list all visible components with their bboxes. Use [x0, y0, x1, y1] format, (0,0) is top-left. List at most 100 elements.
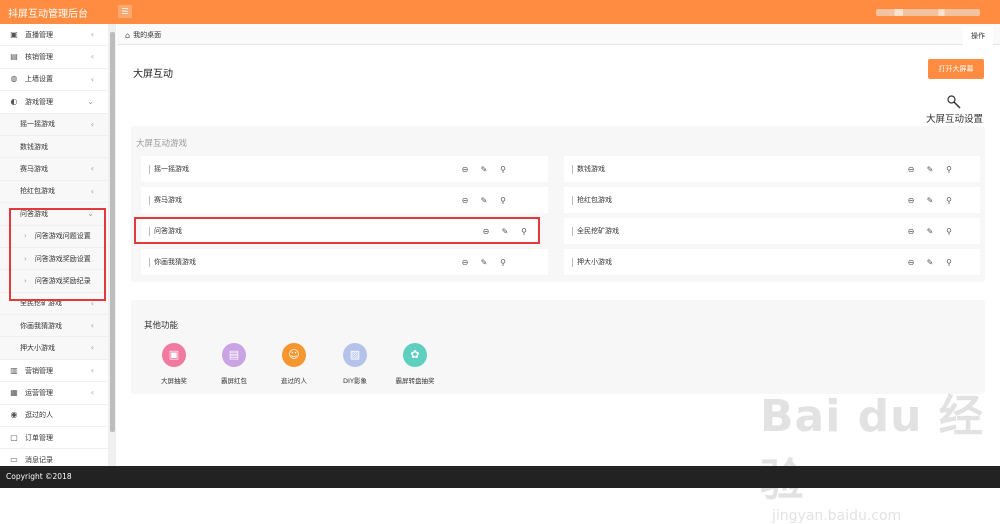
sidebar-item-games[interactable]: ◐ 游戏管理 ⌄	[0, 91, 108, 114]
wrench-icon[interactable]	[946, 94, 962, 110]
edit-icon[interactable]: ✎	[479, 258, 489, 267]
scrollbar-thumb[interactable]	[110, 32, 115, 432]
sidebar-item-dice[interactable]: 押大小游戏 ‹	[0, 337, 108, 360]
tab-operations[interactable]: 操作	[963, 27, 993, 45]
game-row[interactable]: 摇一摇游戏 ⊖ ✎ ⚲	[141, 156, 548, 182]
sidebar-item-count-money[interactable]: 数钱游戏	[0, 135, 108, 159]
game-name: 数钱游戏	[577, 165, 605, 173]
chevron-left-icon: ‹	[90, 74, 94, 84]
func-lottery[interactable]: ▣ 大屏抽奖	[144, 343, 204, 385]
highlight-box-sidebar	[9, 208, 106, 301]
row-marker	[572, 164, 573, 174]
sidebar-item-redpacket[interactable]: 抢红包游戏 ‹	[0, 180, 108, 204]
sidebar-item-draw-guess[interactable]: 你画我猜游戏 ‹	[0, 315, 108, 338]
chevron-left-icon: ‹	[90, 52, 94, 62]
chevron-left-icon: ‹	[90, 343, 94, 353]
edit-icon[interactable]: ✎	[479, 165, 489, 174]
func-label: 大屏抽奖	[161, 377, 187, 385]
tab-desktop[interactable]: ⌂ 我的桌面	[125, 30, 161, 40]
screen-settings-label[interactable]: 大屏互动设置	[926, 111, 983, 125]
sidebar-item-label: 核销管理	[25, 53, 53, 62]
comment-icon: ◍	[10, 74, 18, 84]
sidebar-item-label: 直播管理	[25, 30, 53, 39]
view-icon[interactable]: ⊖	[460, 196, 470, 205]
game-row[interactable]: 全民挖矿游戏 ⊖ ✎ ⚲	[564, 218, 980, 244]
view-icon[interactable]: ⊖	[906, 196, 916, 205]
game-row[interactable]: 押大小游戏 ⊖ ✎ ⚲	[564, 249, 980, 275]
sidebar-item-horse[interactable]: 赛马游戏 ‹	[0, 158, 108, 181]
settings-key-icon[interactable]: ⚲	[944, 258, 954, 267]
ticket-icon: ▤	[10, 52, 18, 62]
row-marker	[572, 195, 573, 205]
view-icon[interactable]: ⊖	[906, 258, 916, 267]
game-row[interactable]: 你画我猜游戏 ⊖ ✎ ⚲	[141, 249, 548, 275]
settings-key-icon[interactable]: ⚲	[944, 196, 954, 205]
sidebar-item-label: 数钱游戏	[20, 142, 48, 151]
message-icon: ▭	[10, 455, 18, 465]
user-info-blurred[interactable]	[876, 9, 980, 16]
sidebar-item-visitors[interactable]: ◉ 逛过的人	[0, 405, 108, 428]
open-big-screen-button[interactable]: 打开大屏幕	[928, 59, 984, 79]
sidebar-item-verify[interactable]: ▤ 核销管理 ‹	[0, 46, 108, 69]
watermark-logo-text: Bai du 经验	[760, 391, 984, 506]
people-icon: ☺	[282, 343, 306, 367]
chevron-left-icon: ‹	[90, 119, 94, 129]
edit-icon[interactable]: ✎	[479, 196, 489, 205]
highlight-box-qa-game	[134, 217, 540, 244]
tab-label: 我的桌面	[133, 31, 162, 39]
sidebar-item-live[interactable]: ▣ 直播管理 ‹	[0, 24, 108, 47]
settings-key-icon[interactable]: ⚲	[944, 165, 954, 174]
sidebar-item-wall[interactable]: ◍ 上墙设置 ‹	[0, 69, 108, 92]
edit-icon[interactable]: ✎	[925, 196, 935, 205]
row-marker	[149, 164, 150, 174]
func-label: 逛过的人	[281, 377, 307, 385]
sidebar-item-messages[interactable]: ▭ 消息记录	[0, 449, 108, 466]
row-marker	[149, 257, 150, 267]
edit-icon[interactable]: ✎	[925, 258, 935, 267]
game-row[interactable]: 抢红包游戏 ⊖ ✎ ⚲	[564, 187, 980, 213]
sidebar-item-label: 你画我猜游戏	[20, 321, 62, 330]
sidebar-item-marketing[interactable]: ▥ 营销管理 ‹	[0, 360, 108, 383]
game-name: 全民挖矿游戏	[577, 227, 619, 235]
sidebar-item-label: 订单管理	[25, 433, 53, 442]
image-icon: ▨	[343, 343, 367, 367]
game-name: 摇一摇游戏	[154, 165, 189, 173]
view-icon[interactable]: ⊖	[460, 258, 470, 267]
func-redpacket[interactable]: ▤ 霸屏红包	[204, 343, 264, 385]
game-name: 抢红包游戏	[577, 196, 612, 204]
page-title: 大屏互动	[133, 69, 173, 80]
sidebar-item-operations[interactable]: ▦ 运营管理 ‹	[0, 382, 108, 405]
game-name: 你画我猜游戏	[154, 258, 196, 266]
sidebar-item-label: 抢红包游戏	[20, 187, 55, 196]
sidebar-item-orders[interactable]: ▢ 订单管理	[0, 427, 108, 450]
row-marker	[572, 226, 573, 236]
settings-key-icon[interactable]: ⚲	[498, 258, 508, 267]
view-icon[interactable]: ⊖	[460, 165, 470, 174]
func-visitors[interactable]: ☺ 逛过的人	[264, 343, 324, 385]
game-name: 赛马游戏	[154, 196, 182, 204]
settings-key-icon[interactable]: ⚲	[498, 196, 508, 205]
game-name: 押大小游戏	[577, 258, 612, 266]
baidu-watermark: Bai du 经验 jingyan.baidu.com	[760, 380, 1000, 524]
row-marker	[572, 257, 573, 267]
tab-bar	[117, 24, 1000, 45]
sidebar-item-shake[interactable]: 摇一摇游戏 ‹	[0, 113, 108, 136]
menu-toggle-button[interactable]: ☰	[118, 5, 132, 18]
row-marker	[149, 195, 150, 205]
wheel-icon: ✿	[403, 343, 427, 367]
game-row[interactable]: 赛马游戏 ⊖ ✎ ⚲	[141, 187, 548, 213]
func-wheel[interactable]: ✿ 霸屏转盘抽奖	[385, 343, 445, 385]
edit-icon[interactable]: ✎	[925, 227, 935, 236]
game-row[interactable]: 数钱游戏 ⊖ ✎ ⚲	[564, 156, 980, 182]
settings-key-icon[interactable]: ⚲	[498, 165, 508, 174]
other-functions-title: 其他功能	[144, 321, 179, 331]
edit-icon[interactable]: ✎	[925, 165, 935, 174]
view-icon[interactable]: ⊖	[906, 165, 916, 174]
settings-key-icon[interactable]: ⚲	[944, 227, 954, 236]
chevron-left-icon: ‹	[90, 365, 94, 375]
sidebar-item-label: 逛过的人	[25, 411, 53, 420]
sidebar-item-label: 消息记录	[25, 456, 53, 465]
view-icon[interactable]: ⊖	[906, 227, 916, 236]
func-diy-image[interactable]: ▨ DIY影象	[325, 343, 385, 385]
chevron-left-icon: ‹	[90, 30, 94, 39]
